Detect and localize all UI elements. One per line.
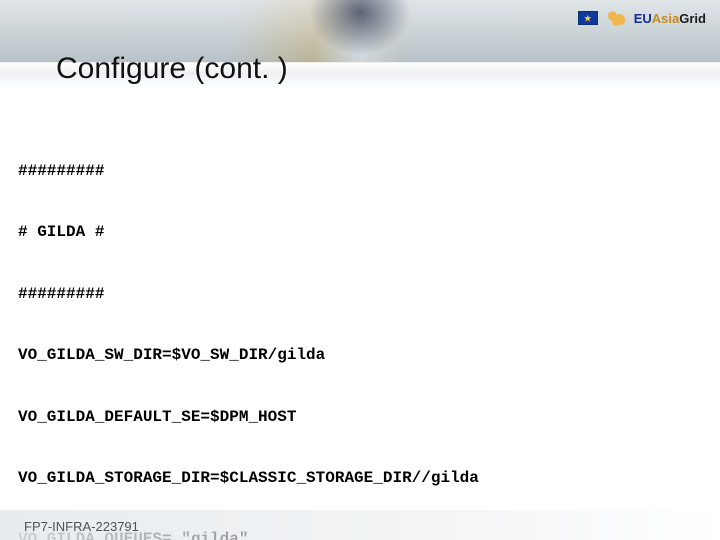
brand-eu: EU <box>634 11 652 26</box>
brand-logo: ★ EUAsiaGrid <box>578 8 706 28</box>
code-line: # GILDA # <box>18 222 702 242</box>
code-line: VO_GILDA_DEFAULT_SE=$DPM_HOST <box>18 407 702 427</box>
brand-asia: Asia <box>652 11 679 26</box>
code-line: ######### <box>18 161 702 181</box>
page-title: Configure (cont. ) <box>56 52 288 86</box>
brand-grid: Grid <box>679 11 706 26</box>
asia-map-icon <box>602 8 628 28</box>
code-line: VO_GILDA_STORAGE_DIR=$CLASSIC_STORAGE_DI… <box>18 468 702 488</box>
eu-flag-icon: ★ <box>578 11 598 25</box>
header-figure <box>300 0 420 62</box>
code-line: ######### <box>18 284 702 304</box>
code-line: VO_GILDA_SW_DIR=$VO_SW_DIR/gilda <box>18 345 702 365</box>
footer-label: FP7-INFRA-223791 <box>24 519 139 534</box>
config-code-block: ######### # GILDA # ######### VO_GILDA_S… <box>18 120 702 540</box>
brand-text: EUAsiaGrid <box>634 11 706 26</box>
slide-root: ★ EUAsiaGrid Configure (cont. ) ########… <box>0 0 720 540</box>
